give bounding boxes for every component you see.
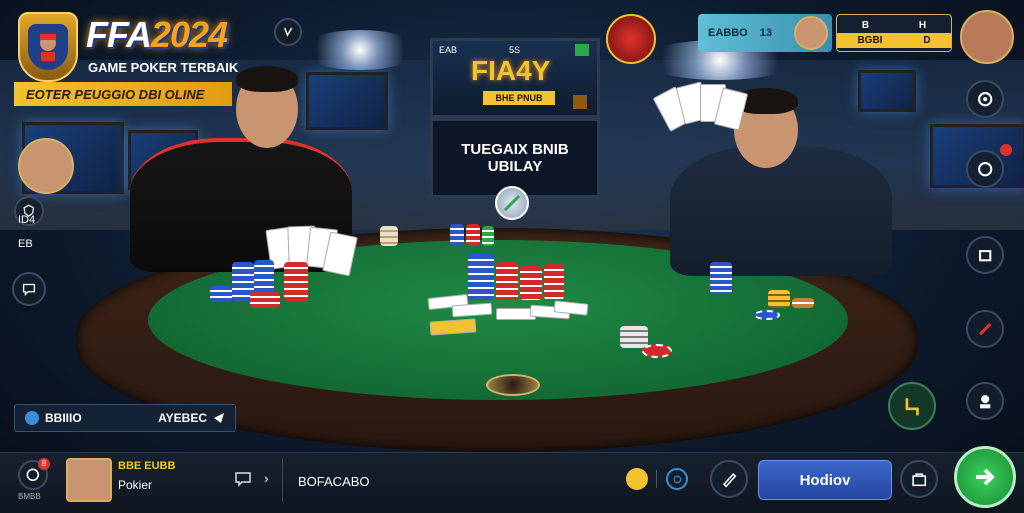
brand-banner: EOTER PEUGGIO DBI OLINE xyxy=(14,82,232,106)
player-left-hair xyxy=(236,66,298,92)
user-avatar[interactable] xyxy=(960,10,1014,64)
chip-icon xyxy=(25,411,39,425)
settings-icon xyxy=(977,91,993,107)
balance-panel: B H BGBI D xyxy=(836,14,952,52)
player-avatar[interactable] xyxy=(18,138,74,194)
chip-stack xyxy=(768,290,790,308)
camera-button[interactable] xyxy=(966,150,1004,188)
chip-stack xyxy=(520,266,542,300)
screen-flag-icon xyxy=(575,44,589,56)
notification-badge: 8 xyxy=(38,458,50,470)
balance-value: D xyxy=(923,35,931,46)
balance-value: BGBI xyxy=(857,35,883,46)
screen-subtitle: BHE PNUB xyxy=(483,91,555,105)
brand-subtitle: GAME POKER TERBAIK xyxy=(88,60,239,75)
chat-button[interactable] xyxy=(12,272,46,306)
chair-icon xyxy=(905,398,919,416)
chat-icon xyxy=(22,283,36,297)
circle-icon xyxy=(26,468,40,482)
chip-stack xyxy=(466,224,480,246)
sound-button[interactable] xyxy=(274,18,302,46)
chip-stack xyxy=(792,298,814,308)
pen-icon xyxy=(722,472,737,488)
pen-button[interactable] xyxy=(710,460,748,498)
mascot-icon xyxy=(28,24,68,70)
tournament-emblem xyxy=(606,14,656,64)
avatar[interactable] xyxy=(794,16,828,50)
arena-monitor xyxy=(306,72,388,130)
chip-stack xyxy=(544,264,564,300)
sidebar-label: ID4 xyxy=(18,214,36,226)
seat-button[interactable] xyxy=(888,382,936,430)
brand-title: FFA2024 xyxy=(86,14,228,55)
player-info-pill: BBIIIO AYEBEC xyxy=(14,404,236,432)
go-button[interactable] xyxy=(954,446,1016,508)
sidebar-label: EB xyxy=(18,238,33,250)
coin-icon[interactable] xyxy=(626,468,648,490)
chip-stack xyxy=(496,262,518,300)
dealer-button[interactable] xyxy=(495,186,529,220)
bottom-player-sub: Pokier xyxy=(118,478,153,492)
profile-icon xyxy=(979,394,991,409)
settings-button[interactable] xyxy=(966,80,1004,118)
divider xyxy=(656,470,657,488)
chip xyxy=(754,310,780,320)
info-button[interactable] xyxy=(666,468,688,490)
wallet-button[interactable] xyxy=(900,460,938,498)
center-screen: EAB 5S FIA4Y BHE PNUB xyxy=(430,38,600,118)
edit-button[interactable] xyxy=(966,310,1004,348)
info-icon xyxy=(673,475,681,483)
share-icon xyxy=(978,249,992,262)
screen-badge: EAB xyxy=(439,45,458,55)
profile-label: BMBB xyxy=(18,492,41,501)
bottom-center-text: BOFACABO xyxy=(298,474,370,489)
music-icon xyxy=(283,27,293,37)
info-line-1: TUEGAIX BNIB xyxy=(461,141,569,158)
chip-stack xyxy=(210,286,232,302)
wallet-icon xyxy=(912,473,926,486)
player-value: AYEBEC xyxy=(158,411,207,425)
feather-icon xyxy=(503,194,521,212)
edit-icon xyxy=(978,322,992,336)
play-button[interactable]: Hodiov xyxy=(758,460,892,500)
stage-light xyxy=(300,30,420,70)
game-logo xyxy=(18,12,78,82)
arrow-right-icon xyxy=(976,468,995,486)
screen-title: FIA4Y xyxy=(471,55,551,86)
balance-label: B xyxy=(861,20,870,31)
chip-stack xyxy=(450,224,464,246)
chip-stack xyxy=(468,254,494,300)
cup-holder xyxy=(486,374,540,396)
chip-stack xyxy=(710,262,732,294)
chip-stack xyxy=(250,292,280,308)
chip-stack xyxy=(284,262,308,302)
profile-button[interactable] xyxy=(966,382,1004,420)
chat-bubble-icon[interactable] xyxy=(234,470,252,488)
stats-value: 13 xyxy=(759,27,772,39)
send-icon xyxy=(214,413,224,423)
bottom-player-name: BBE EUBB xyxy=(118,460,176,472)
screen-badge: 5S xyxy=(509,45,521,55)
arena-monitor xyxy=(858,70,916,112)
chip xyxy=(642,344,672,358)
stats-panel: EABBO 13 xyxy=(698,14,832,52)
player-right xyxy=(670,146,892,276)
notification-dot xyxy=(1000,144,1012,156)
player-name: BBIIIO xyxy=(45,411,82,425)
divider xyxy=(282,458,283,502)
screen-emblem-icon xyxy=(573,95,587,109)
info-line-2: UBILAY xyxy=(487,158,543,175)
chip-stack xyxy=(620,326,648,348)
expand-arrow-icon[interactable]: › xyxy=(264,470,269,486)
stats-label: EABBO xyxy=(708,27,748,39)
chip-stack xyxy=(380,226,398,246)
share-button[interactable] xyxy=(966,236,1004,274)
bottom-avatar[interactable] xyxy=(66,458,112,502)
chip-stack xyxy=(482,226,494,246)
balance-label: H xyxy=(918,20,927,31)
camera-icon xyxy=(977,161,993,177)
